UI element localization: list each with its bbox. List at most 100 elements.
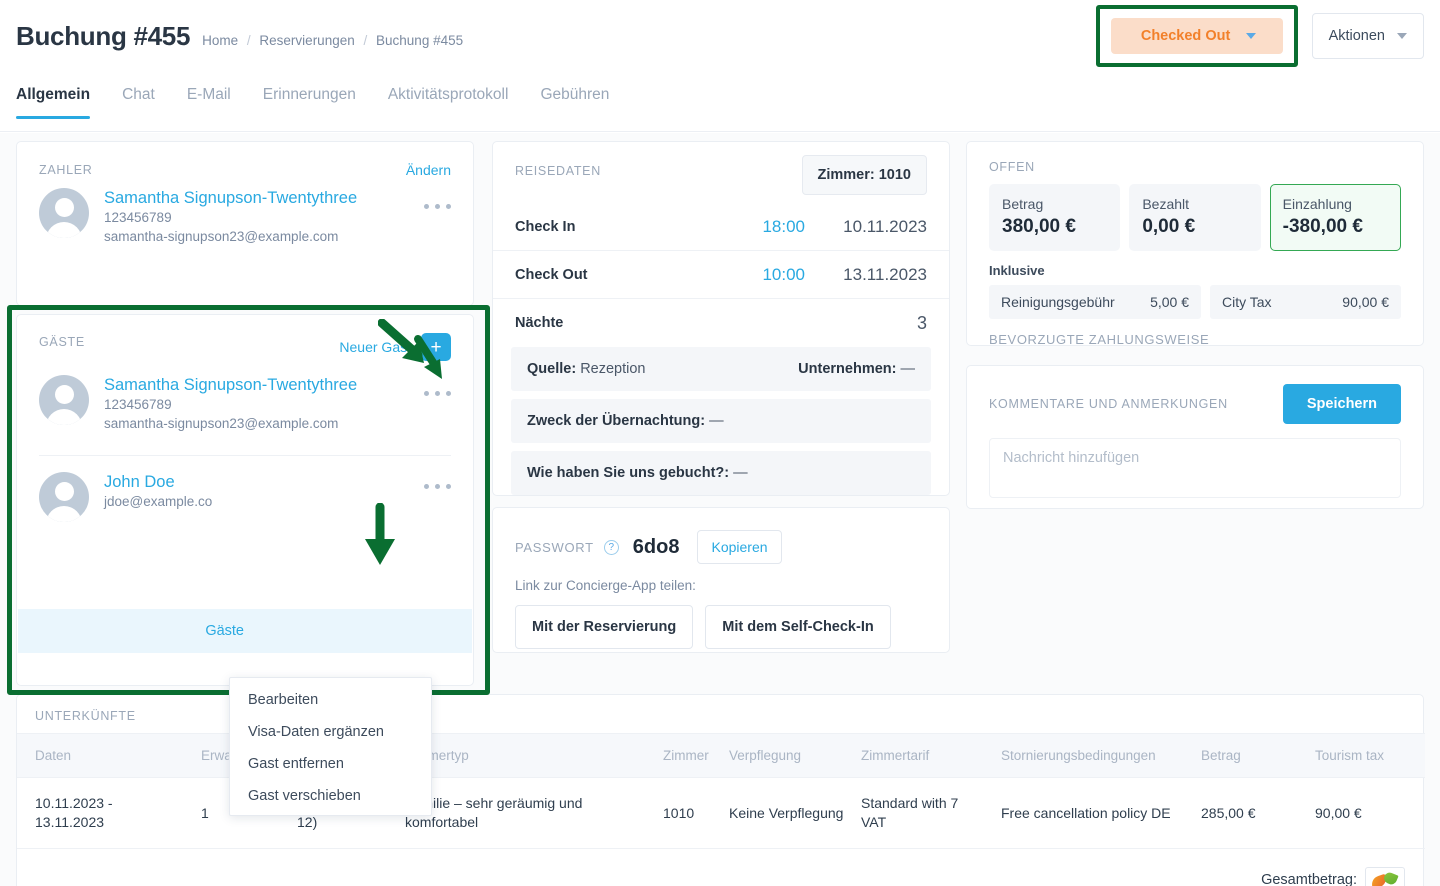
share-link-label: Link zur Concierge-App teilen: (515, 578, 696, 593)
paid-tile[interactable]: Bezahlt 0,00 € (1129, 184, 1261, 251)
guest-more-options-icon[interactable] (424, 391, 451, 396)
deposit-value: -380,00 € (1282, 216, 1363, 237)
password-label: PASSWORT (515, 539, 594, 555)
checkin-time[interactable]: 18:00 (762, 217, 805, 237)
new-guest-link[interactable]: Neuer Gast (339, 339, 411, 355)
avatar-icon (39, 375, 89, 425)
travel-data-header: REISEDATEN Zimmer: 1010 (493, 142, 949, 195)
cell-verpflegung: Keine Verpflegung (721, 777, 853, 849)
guest-row: Samantha Signupson-Twentythree 123456789… (17, 361, 473, 433)
plus-icon[interactable]: + (421, 333, 451, 361)
col-tourism-tax: Tourism tax (1307, 733, 1425, 778)
status-badge-button[interactable]: Checked Out (1110, 18, 1283, 54)
company-group: Unternehmen: — (798, 361, 915, 377)
cell-tourism-tax: 90,00 € (1307, 777, 1425, 849)
guest-email: jdoe@example.co (104, 494, 213, 509)
help-icon[interactable]: ? (603, 539, 619, 555)
leaf-logo-icon (1365, 867, 1405, 886)
tab-allgemein[interactable]: Allgemein (16, 80, 91, 119)
company-label: Unternehmen: (798, 361, 897, 377)
context-menu-item-gast-entfernen[interactable]: Gast entfernen (230, 748, 431, 780)
city-tax-value: 90,00 € (1342, 294, 1389, 310)
header-right: Checked Out Aktionen (1095, 5, 1440, 67)
payer-more-options-icon[interactable] (424, 204, 451, 209)
payer-change-link[interactable]: Ändern (406, 162, 451, 178)
amount-value: 380,00 € (1002, 216, 1076, 237)
breadcrumb-reservierungen[interactable]: Reservierungen (259, 33, 354, 48)
payer-person-row: Samantha Signupson-Twentythree 123456789… (17, 178, 473, 246)
checkout-row: Check Out 10:00 13.11.2023 (493, 251, 949, 299)
city-tax-row: City Tax 90,00 € (1210, 285, 1401, 319)
share-selfcheckin-button[interactable]: Mit dem Self-Check-In (705, 605, 891, 649)
share-reservation-button[interactable]: Mit der Reservierung (515, 605, 694, 649)
guest-row: John Doe jdoe@example.co (17, 456, 473, 522)
company-value: — (900, 361, 916, 377)
guest-name-link[interactable]: John Doe (104, 472, 212, 492)
avatar-icon (39, 188, 89, 238)
checkout-date: 13.11.2023 (843, 264, 927, 284)
source-label: Quelle: (527, 361, 577, 377)
comments-label: KOMMENTARE UND ANMERKUNGEN (989, 397, 1228, 411)
share-buttons: Mit der Reservierung Mit dem Self-Check-… (493, 593, 949, 649)
comment-input[interactable]: Nachricht hinzufügen (989, 438, 1401, 498)
paid-label: Bezahlt (1142, 196, 1190, 212)
guest-name-link[interactable]: Samantha Signupson-Twentythree (104, 375, 357, 395)
save-button[interactable]: Speichern (1282, 384, 1401, 424)
chevron-down-icon (1246, 33, 1257, 39)
purpose-row: Zweck der Übernachtung: — (511, 399, 931, 443)
tab-gebuehren[interactable]: Gebühren (540, 80, 609, 118)
total-row: Gesamtbetrag: (17, 849, 1423, 886)
checkout-time[interactable]: 10:00 (762, 265, 805, 285)
source-value: Rezeption (580, 361, 646, 377)
actions-button-label: Aktionen (1328, 28, 1385, 44)
nights-label: Nächte (515, 315, 564, 331)
context-menu-item-bearbeiten[interactable]: Bearbeiten (230, 684, 431, 716)
cell-zimmer: 1010 (655, 777, 721, 849)
purpose-group: Zweck der Übernachtung: — (527, 413, 724, 429)
accommodations-card: UNTERKÜNFTE Daten Erwachsene Kinder Zimm… (16, 694, 1425, 886)
cell-betrag: 285,00 € (1193, 777, 1307, 849)
accommodations-label: UNTERKÜNFTE (35, 709, 136, 723)
password-row: PASSWORT ? 6do8 Kopieren (493, 508, 949, 564)
payer-card: ZAHLER Ändern Samantha Signupson-Twentyt… (16, 141, 474, 306)
payer-email: samantha-signupson23@example.com (104, 229, 339, 244)
payer-person-info: Samantha Signupson-Twentythree 123456789… (104, 188, 357, 246)
copy-password-button[interactable]: Kopieren (697, 530, 782, 564)
payer-section-label: ZAHLER (39, 163, 93, 177)
col-stornierungsbedingungen: Stornierungsbedingungen (993, 733, 1193, 778)
booking-channel-value: — (733, 465, 748, 481)
col-verpflegung: Verpflegung (721, 733, 853, 778)
city-tax-label: City Tax (1222, 294, 1272, 310)
nights-row: Nächte 3 (493, 299, 949, 347)
amount-tile[interactable]: Betrag 380,00 € (989, 184, 1121, 251)
breadcrumb-home[interactable]: Home (202, 33, 238, 48)
deposit-label: Einzahlung (1282, 196, 1352, 212)
purpose-label: Zweck der Übernachtung: (527, 413, 706, 429)
status-highlight-box: Checked Out (1095, 5, 1298, 67)
guest-more-options-icon[interactable] (424, 484, 451, 489)
guests-card-header: GÄSTE Neuer Gast + (17, 315, 473, 361)
payer-name-link[interactable]: Samantha Signupson-Twentythree (104, 188, 357, 208)
room-badge[interactable]: Zimmer: 1010 (801, 155, 927, 195)
guest-email: samantha-signupson23@example.com (104, 416, 339, 431)
source-group: Quelle: Rezeption (527, 361, 645, 377)
payer-phone: 123456789 (104, 210, 172, 225)
status-badge-label: Checked Out (1140, 28, 1231, 44)
actions-button[interactable]: Aktionen (1311, 13, 1424, 59)
tab-aktivitaetsprotokoll[interactable]: Aktivitätsprotokoll (388, 80, 509, 118)
open-balance-label: OFFEN (989, 160, 1035, 174)
guest-info: John Doe jdoe@example.co (104, 472, 212, 511)
context-menu-item-visa-daten[interactable]: Visa-Daten ergänzen (230, 716, 431, 748)
tab-chat[interactable]: Chat (122, 80, 155, 118)
checkin-row: Check In 18:00 10.11.2023 (493, 203, 949, 251)
tab-erinnerungen[interactable]: Erinnerungen (263, 80, 356, 118)
travel-data-card: REISEDATEN Zimmer: 1010 Check In 18:00 1… (492, 141, 950, 496)
checkin-label: Check In (515, 218, 576, 235)
guests-footer-link[interactable]: Gäste (205, 623, 244, 639)
context-menu-item-gast-verschieben[interactable]: Gast verschieben (230, 780, 431, 812)
deposit-tile[interactable]: Einzahlung -380,00 € (1269, 184, 1401, 251)
comments-header: KOMMENTARE UND ANMERKUNGEN Speichern (967, 366, 1423, 424)
cleaning-fee-value: 5,00 € (1150, 294, 1189, 310)
guest-phone: 123456789 (104, 397, 172, 412)
tab-email[interactable]: E-Mail (187, 80, 231, 118)
